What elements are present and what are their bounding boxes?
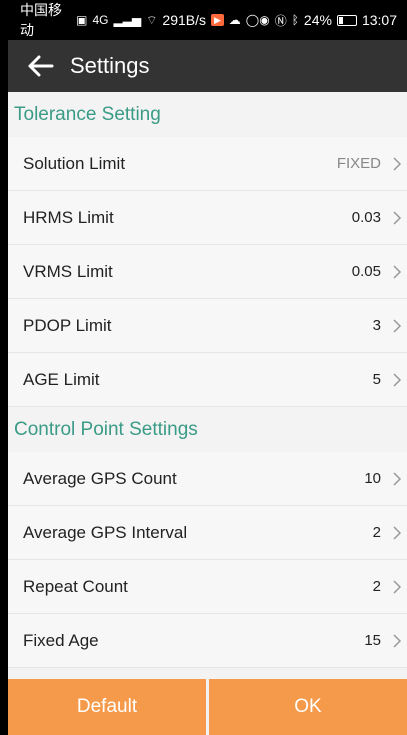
chevron-right-icon — [393, 372, 402, 387]
setting-row-hrms-limit[interactable]: HRMS Limit 0.03 — [8, 191, 407, 245]
page-title: Settings — [70, 53, 150, 78]
nfc-icon: Ⓝ — [274, 13, 287, 28]
setting-row-solution-limit[interactable]: Solution Limit FIXED — [8, 137, 407, 191]
chevron-right-icon — [393, 156, 402, 171]
network-speed: 291B/s — [162, 12, 207, 28]
status-bar: 中国移动 ▣ 4G ▂▃▅ ⌔ 291B/s ▶ ☁ ◯ ◉ Ⓝ ᛒ 24% 1… — [0, 0, 407, 40]
setting-row-age-limit[interactable]: AGE Limit 5 — [8, 353, 407, 407]
setting-value: 10 — [364, 470, 381, 487]
network-type-text: 4G — [92, 13, 109, 27]
setting-value: 0.03 — [351, 209, 381, 226]
wifi-icon: ⌔ — [146, 12, 158, 27]
setting-label: Solution Limit — [23, 153, 126, 173]
chevron-right-icon — [393, 318, 402, 333]
section-header-tolerance: Tolerance Setting — [8, 92, 407, 137]
chevron-right-icon — [393, 264, 402, 279]
setting-value: 2 — [372, 578, 381, 595]
setting-value: FIXED — [336, 155, 381, 172]
setting-label: PDOP Limit — [23, 315, 112, 335]
setting-row-vrms-limit[interactable]: VRMS Limit 0.05 — [8, 245, 407, 299]
hd-icon: ▣ — [76, 13, 88, 27]
bottom-action-bar: Default OK — [8, 679, 407, 735]
carrier-text: 中国移动 — [20, 2, 62, 38]
setting-value: 0.05 — [351, 263, 381, 280]
setting-label: Average GPS Interval — [23, 522, 188, 542]
bluetooth-icon: ᛒ — [291, 13, 299, 27]
status-left: 中国移动 ▣ 4G ▂▃▅ ⌔ 291B/s ▶ ☁ ◯ — [20, 0, 259, 40]
setting-label: Average GPS Count — [23, 468, 177, 488]
signal-icon: ▂▃▅ — [113, 13, 142, 27]
back-button[interactable] — [20, 46, 60, 86]
chevron-right-icon — [393, 471, 402, 486]
chevron-right-icon — [393, 633, 402, 648]
app-notification-icon: ▶ — [211, 14, 224, 26]
chevron-right-icon — [393, 525, 402, 540]
battery-percent: 24% — [303, 12, 332, 28]
setting-value: 15 — [364, 632, 381, 649]
back-arrow-icon — [28, 55, 54, 77]
setting-label: AGE Limit — [23, 369, 100, 389]
setting-row-fixed-age[interactable]: Fixed Age 15 — [8, 614, 407, 668]
status-right: ◉ Ⓝ ᛒ 24% 13:07 — [259, 12, 397, 29]
setting-value: 5 — [372, 371, 381, 388]
setting-value: 2 — [372, 524, 381, 541]
setting-label: VRMS Limit — [23, 261, 113, 281]
default-button[interactable]: Default — [8, 679, 206, 735]
chat-icon: ◯ — [245, 13, 260, 27]
setting-label: Fixed Age — [23, 630, 99, 650]
battery-icon — [336, 14, 357, 26]
setting-row-pdop-limit[interactable]: PDOP Limit 3 — [8, 299, 407, 353]
toolbar: Settings — [8, 40, 407, 92]
setting-label: Repeat Count — [23, 576, 128, 596]
chevron-right-icon — [393, 210, 402, 225]
settings-screen: Settings Tolerance Setting Solution Limi… — [8, 40, 407, 735]
status-time: 13:07 — [361, 12, 397, 28]
chevron-right-icon — [393, 579, 402, 594]
ok-button[interactable]: OK — [209, 679, 407, 735]
setting-row-average-gps-interval[interactable]: Average GPS Interval 2 — [8, 506, 407, 560]
setting-value: 3 — [372, 317, 381, 334]
section-header-control-point: Control Point Settings — [8, 407, 407, 452]
eye-icon: ◉ — [259, 13, 270, 27]
setting-row-repeat-count[interactable]: Repeat Count 2 — [8, 560, 407, 614]
cloud-icon: ☁ — [228, 13, 241, 27]
setting-row-average-gps-count[interactable]: Average GPS Count 10 — [8, 452, 407, 506]
setting-label: HRMS Limit — [23, 207, 114, 227]
